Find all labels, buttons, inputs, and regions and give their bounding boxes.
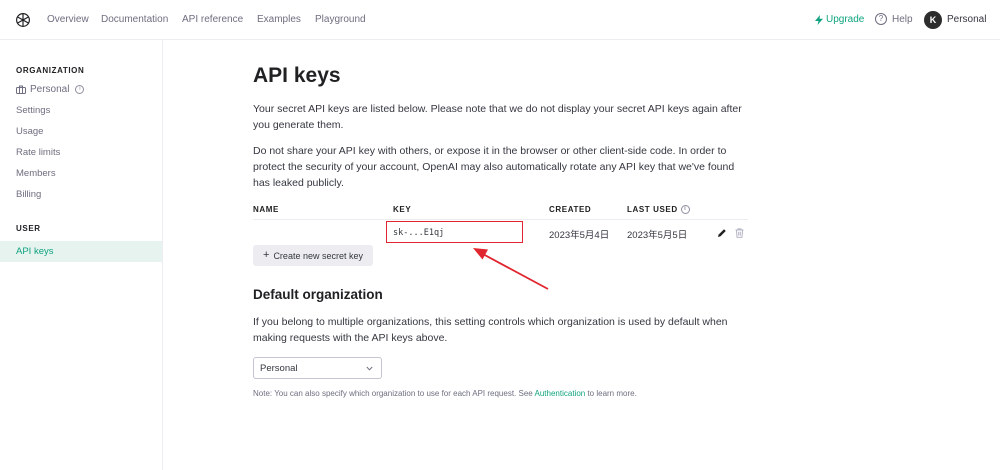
- key-last-used-cell: 2023年5月5日: [627, 230, 688, 241]
- sidebar: ORGANIZATION Personal i Settings Usage R…: [0, 40, 163, 470]
- nav-documentation[interactable]: Documentation: [101, 14, 168, 25]
- column-header-key: KEY: [393, 205, 412, 214]
- column-header-last-used-label: LAST USED: [627, 205, 678, 214]
- help-label: Help: [892, 13, 913, 25]
- trash-icon[interactable]: [735, 228, 744, 238]
- upgrade-link[interactable]: Upgrade: [815, 14, 864, 25]
- column-header-name: NAME: [253, 205, 279, 214]
- avatar[interactable]: K: [924, 11, 942, 29]
- warning-text: Do not share your API key with others, o…: [253, 145, 735, 189]
- nav-overview[interactable]: Overview: [47, 14, 89, 25]
- sidebar-item-rate-limits[interactable]: Rate limits: [16, 147, 60, 158]
- sidebar-item-usage[interactable]: Usage: [16, 126, 43, 137]
- nav-examples[interactable]: Examples: [257, 14, 301, 25]
- sidebar-heading-organization: ORGANIZATION: [16, 66, 85, 75]
- select-value: Personal: [260, 363, 298, 374]
- help-link[interactable]: ? Help: [875, 13, 913, 25]
- info-icon: i: [75, 85, 85, 94]
- sidebar-heading-user: USER: [16, 224, 41, 233]
- default-organization-text: If you belong to multiple organizations,…: [253, 316, 728, 344]
- note-prefix: Note: You can also specify which organiz…: [253, 389, 535, 398]
- sidebar-item-billing[interactable]: Billing: [16, 189, 41, 200]
- openai-logo-icon[interactable]: [14, 11, 32, 29]
- sidebar-item-label: API keys: [16, 246, 54, 257]
- pencil-icon[interactable]: [717, 228, 727, 238]
- table-divider: [253, 219, 748, 220]
- chevron-down-icon: [366, 366, 373, 371]
- note-suffix: to learn more.: [585, 389, 637, 398]
- nav-api-reference[interactable]: API reference: [182, 14, 243, 25]
- column-header-last-used: LAST USED i: [627, 205, 690, 214]
- sidebar-item-api-keys[interactable]: API keys: [0, 241, 162, 262]
- info-icon[interactable]: i: [680, 205, 690, 214]
- sidebar-item-settings[interactable]: Settings: [16, 105, 50, 116]
- sidebar-org-personal[interactable]: Personal i: [16, 84, 85, 95]
- intro-text: Your secret API keys are listed below. P…: [253, 103, 742, 131]
- annotation-arrow-icon: [473, 248, 549, 290]
- bolt-icon: [815, 14, 823, 25]
- account-name[interactable]: Personal: [947, 14, 986, 25]
- help-icon: ?: [875, 13, 887, 25]
- authentication-link[interactable]: Authentication: [535, 389, 586, 398]
- sidebar-item-members[interactable]: Members: [16, 168, 56, 179]
- sidebar-org-name: Personal: [30, 84, 70, 95]
- plus-icon: +: [263, 249, 270, 261]
- create-new-secret-key-button[interactable]: + Create new secret key: [253, 245, 373, 266]
- column-header-created: CREATED: [549, 205, 592, 214]
- default-organization-title: Default organization: [253, 287, 383, 302]
- page-title: API keys: [253, 64, 341, 87]
- briefcase-icon: [16, 85, 26, 94]
- default-organization-select[interactable]: Personal: [253, 357, 382, 379]
- note-text: Note: You can also specify which organiz…: [253, 389, 637, 398]
- top-navbar: Overview Documentation API reference Exa…: [0, 0, 1000, 40]
- nav-playground[interactable]: Playground: [315, 14, 366, 25]
- upgrade-label: Upgrade: [826, 14, 865, 25]
- create-button-label: Create new secret key: [273, 250, 363, 261]
